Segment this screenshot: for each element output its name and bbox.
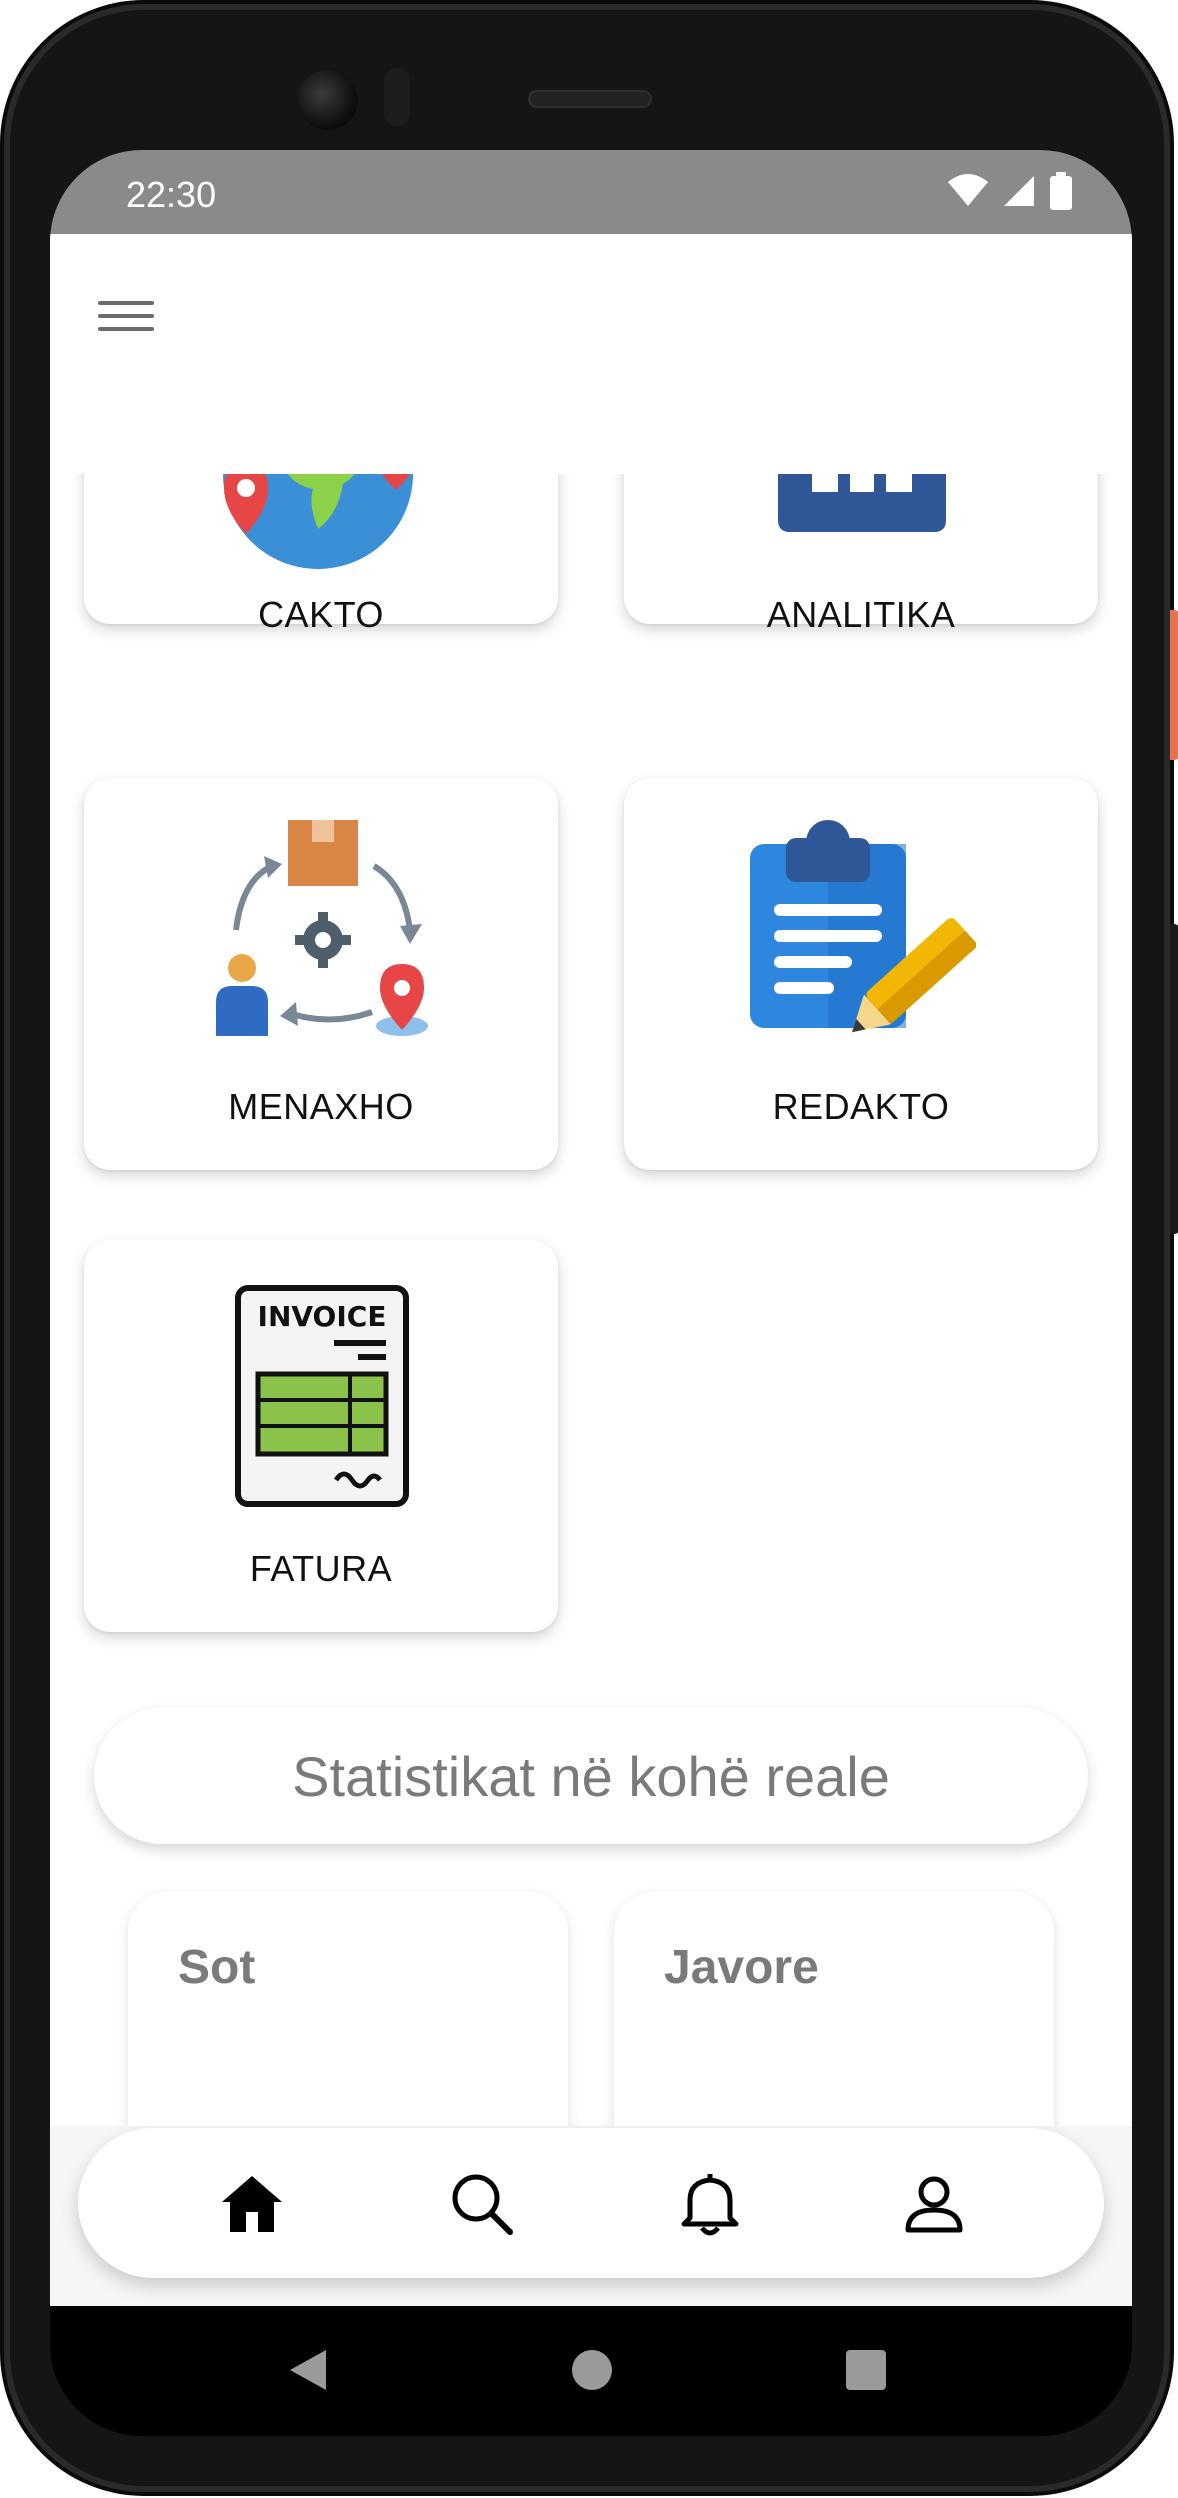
- user-icon: [905, 2176, 963, 2233]
- tile-label: FATURA: [249, 1548, 393, 1589]
- clipboard-edit-icon: [750, 820, 976, 1033]
- search-icon: [452, 2174, 513, 2235]
- recents-icon[interactable]: [844, 2348, 888, 2392]
- tile-redakto[interactable]: REDAKTO: [624, 778, 1098, 1170]
- app-content: CAKTO ANALITIKA MENAXHO REDAKTO INVOICE …: [50, 234, 1132, 2306]
- invoice-icon-text: INVOICE: [258, 1300, 387, 1333]
- home-circle-icon[interactable]: [570, 2348, 614, 2392]
- power-button: [1170, 610, 1178, 760]
- volume-button: [1170, 924, 1178, 1234]
- nav-notifications[interactable]: [672, 2166, 748, 2242]
- tile-label: ANALITIKA: [766, 594, 956, 635]
- logistics-cycle-icon: [216, 820, 428, 1036]
- front-camera: [298, 70, 358, 130]
- screen: 22:30 CAKTO ANALITIKA MENAXHO REDAKTO IN…: [50, 150, 1132, 2436]
- nav-search[interactable]: [444, 2166, 520, 2242]
- hamburger-menu-icon[interactable]: [98, 288, 154, 344]
- status-bar: 22:30: [50, 150, 1132, 234]
- stat-card-title: Sot: [178, 1941, 256, 1994]
- stats-heading: Statistikat në kohë reale: [292, 1744, 890, 1808]
- wifi-icon: [948, 174, 988, 206]
- nav-profile[interactable]: [896, 2166, 972, 2242]
- cell-signal-icon: [1004, 176, 1034, 206]
- status-icons: [948, 172, 1072, 210]
- phone-frame: 22:30 CAKTO ANALITIKA MENAXHO REDAKTO IN…: [4, 4, 1178, 2492]
- bell-icon: [681, 2174, 739, 2236]
- tile-fatura[interactable]: INVOICE FATURA: [84, 1240, 558, 1632]
- tile-label: REDAKTO: [772, 1086, 950, 1127]
- tile-label: CAKTO: [258, 594, 384, 635]
- system-navigation-bar: [50, 2306, 1132, 2436]
- battery-icon: [1050, 172, 1072, 210]
- home-icon: [222, 2176, 282, 2232]
- status-time: 22:30: [126, 174, 217, 215]
- invoice-icon: INVOICE: [235, 1285, 409, 1507]
- back-icon[interactable]: [286, 2348, 330, 2392]
- earpiece-speaker: [528, 90, 652, 108]
- app-bar: [50, 234, 1132, 474]
- stat-card-title: Javore: [664, 1941, 819, 1994]
- tile-menaxho[interactable]: MENAXHO: [84, 778, 558, 1170]
- proximity-sensor: [384, 68, 410, 126]
- nav-home[interactable]: [214, 2166, 290, 2242]
- bottom-navigation: [78, 2128, 1104, 2278]
- tile-label: MENAXHO: [228, 1086, 414, 1127]
- stats-heading-pill: Statistikat në kohë reale: [94, 1708, 1088, 1844]
